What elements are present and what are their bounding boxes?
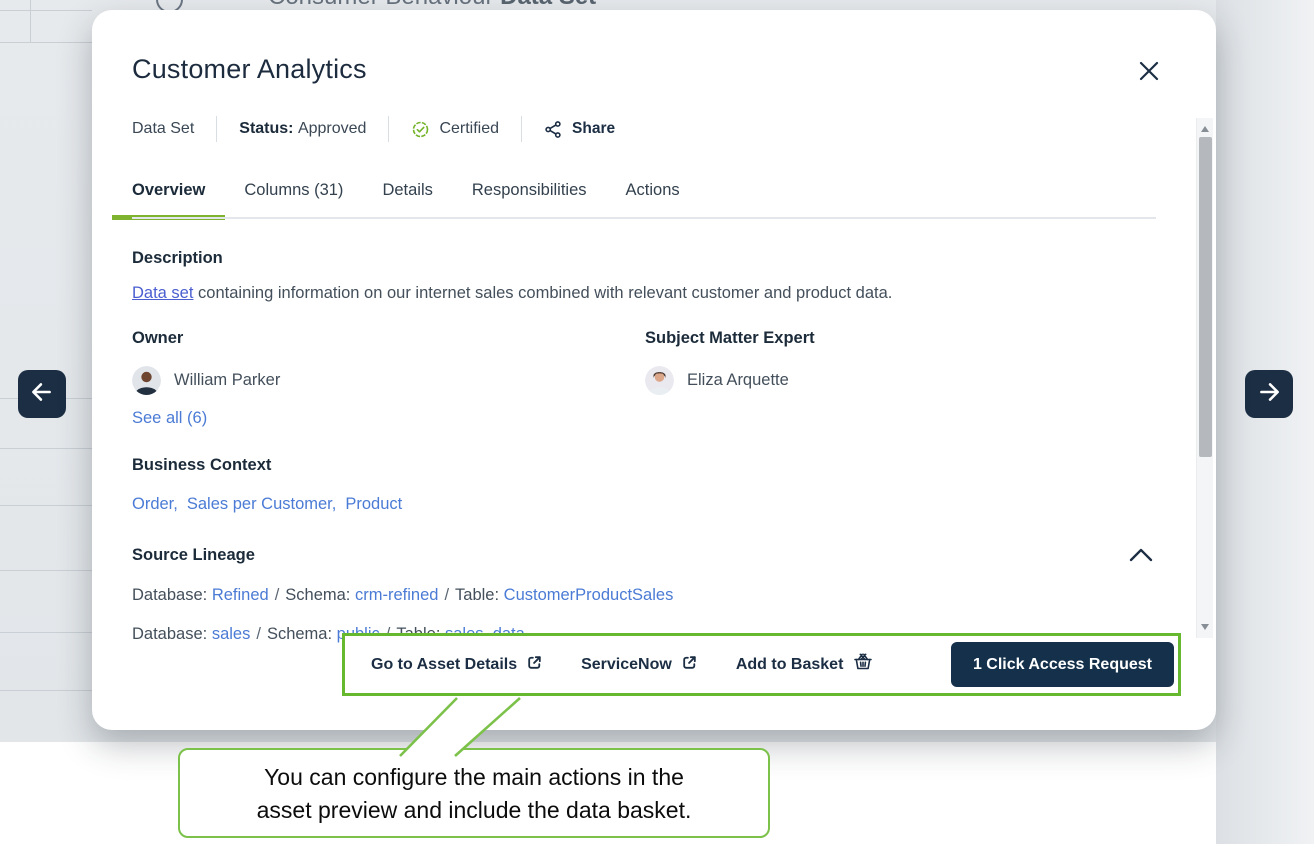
certified-label: Certified <box>439 120 499 138</box>
meta-divider <box>388 116 389 142</box>
db-link[interactable]: Refined <box>212 586 269 604</box>
background-page-title-text: Consumer Behaviour <box>268 0 500 10</box>
share-button[interactable]: Share <box>544 120 615 139</box>
close-icon[interactable] <box>1138 60 1164 86</box>
arrow-left-icon <box>29 379 55 410</box>
business-context-links: Order, Sales per Customer, Product <box>132 495 402 514</box>
tab-details[interactable]: Details <box>382 181 432 217</box>
business-context-link[interactable]: Order, <box>132 495 178 514</box>
sme-row: Eliza Arquette <box>645 366 789 395</box>
tab-responsibilities[interactable]: Responsibilities <box>472 181 587 217</box>
owner-heading: Owner <box>132 329 183 348</box>
table-row-divider <box>0 632 92 633</box>
modal-title: Customer Analytics <box>132 54 367 85</box>
table-row-divider <box>0 10 92 11</box>
one-click-access-request-button[interactable]: 1 Click Access Request <box>951 642 1174 687</box>
asset-preview-modal: Customer Analytics Data Set Status: Appr… <box>92 10 1216 730</box>
basket-icon <box>852 652 874 677</box>
tab-columns[interactable]: Columns (31) <box>244 181 343 217</box>
owner-row: William Parker <box>132 366 280 395</box>
asset-type-label: Data Set <box>132 120 194 138</box>
meta-divider <box>216 116 217 142</box>
schema-label: Schema: <box>285 586 350 604</box>
description-text: Data set containing information on our i… <box>132 284 1112 303</box>
action-bar-highlight: Go to Asset Details ServiceNow Add to Ba… <box>342 633 1181 696</box>
asset-meta-row: Data Set Status: Approved Certified Shar… <box>132 116 615 142</box>
servicenow-button[interactable]: ServiceNow <box>581 654 698 676</box>
external-link-icon <box>526 654 543 676</box>
db-label: Database: <box>132 586 207 604</box>
sme-heading: Subject Matter Expert <box>645 329 815 348</box>
scrollbar-thumb[interactable] <box>1199 137 1212 457</box>
modal-scrollbar[interactable] <box>1196 118 1213 638</box>
servicenow-label: ServiceNow <box>581 656 672 674</box>
share-label: Share <box>572 120 615 138</box>
tab-overview[interactable]: Overview <box>132 181 205 217</box>
next-asset-button[interactable] <box>1245 370 1293 418</box>
table-row-divider <box>0 448 92 449</box>
background-page-title-bold: Data Set <box>500 0 596 10</box>
table-row-divider <box>0 690 92 691</box>
table-label: Table: <box>455 586 499 604</box>
table-column-divider <box>30 0 31 42</box>
page-right-background <box>1216 0 1314 844</box>
callout-text-line1: You can configure the main actions in th… <box>180 761 768 794</box>
description-text-rest: containing information on our internet s… <box>193 284 892 302</box>
business-context-link[interactable]: Product <box>345 495 402 514</box>
owner-avatar <box>132 366 161 395</box>
db-link[interactable]: sales <box>212 625 251 643</box>
table-row-divider <box>0 505 92 506</box>
lineage-separator: / <box>444 586 449 604</box>
add-to-basket-label: Add to Basket <box>736 656 844 674</box>
callout-tail <box>378 694 558 758</box>
lineage-separator: / <box>256 625 261 643</box>
lineage-row: Database: Refined / Schema: crm-refined / Ta… <box>132 586 673 605</box>
sme-name: Eliza Arquette <box>687 371 789 390</box>
table-link[interactable]: CustomerProductSales <box>504 586 674 604</box>
add-to-basket-button[interactable]: Add to Basket <box>736 652 875 677</box>
meta-divider <box>521 116 522 142</box>
owner-name: William Parker <box>174 371 280 390</box>
lineage-separator: / <box>275 586 280 604</box>
previous-asset-button[interactable] <box>18 370 66 418</box>
go-to-asset-details-label: Go to Asset Details <box>371 656 517 674</box>
certified-seal-icon <box>411 120 430 139</box>
chevron-up-icon[interactable] <box>1129 548 1155 564</box>
modal-tabs: Overview Columns (31) Details Responsibi… <box>132 181 680 217</box>
schema-link[interactable]: crm-refined <box>355 586 438 604</box>
go-to-asset-details-button[interactable]: Go to Asset Details <box>371 654 543 676</box>
table-row-divider <box>0 570 92 571</box>
description-heading: Description <box>132 249 223 268</box>
see-all-link[interactable]: See all (6) <box>132 409 207 428</box>
db-label: Database: <box>132 625 207 643</box>
data-set-link[interactable]: Data set <box>132 284 193 302</box>
source-lineage-heading: Source Lineage <box>132 546 255 565</box>
callout-bubble: You can configure the main actions in th… <box>178 748 770 838</box>
tab-bar-divider <box>132 217 1156 219</box>
status-field: Status: Approved <box>239 120 366 138</box>
see-all-link-text[interactable]: See all (6) <box>132 409 207 427</box>
status-label: Status: <box>239 120 293 137</box>
share-icon <box>544 120 563 139</box>
external-link-icon <box>681 654 698 676</box>
tab-actions[interactable]: Actions <box>626 181 680 217</box>
scrollbar-up-arrow-icon[interactable] <box>1201 126 1209 132</box>
business-context-heading: Business Context <box>132 456 271 475</box>
table-row-divider <box>0 42 92 43</box>
callout-text-line2: asset preview and include the data baske… <box>180 794 768 827</box>
business-context-link[interactable]: Sales per Customer, <box>187 495 336 514</box>
schema-label: Schema: <box>267 625 332 643</box>
arrow-right-icon <box>1256 379 1282 410</box>
status-value: Approved <box>298 120 367 137</box>
scrollbar-down-arrow-icon[interactable] <box>1201 624 1209 630</box>
sme-avatar <box>645 366 674 395</box>
certified-badge: Certified <box>411 120 499 139</box>
